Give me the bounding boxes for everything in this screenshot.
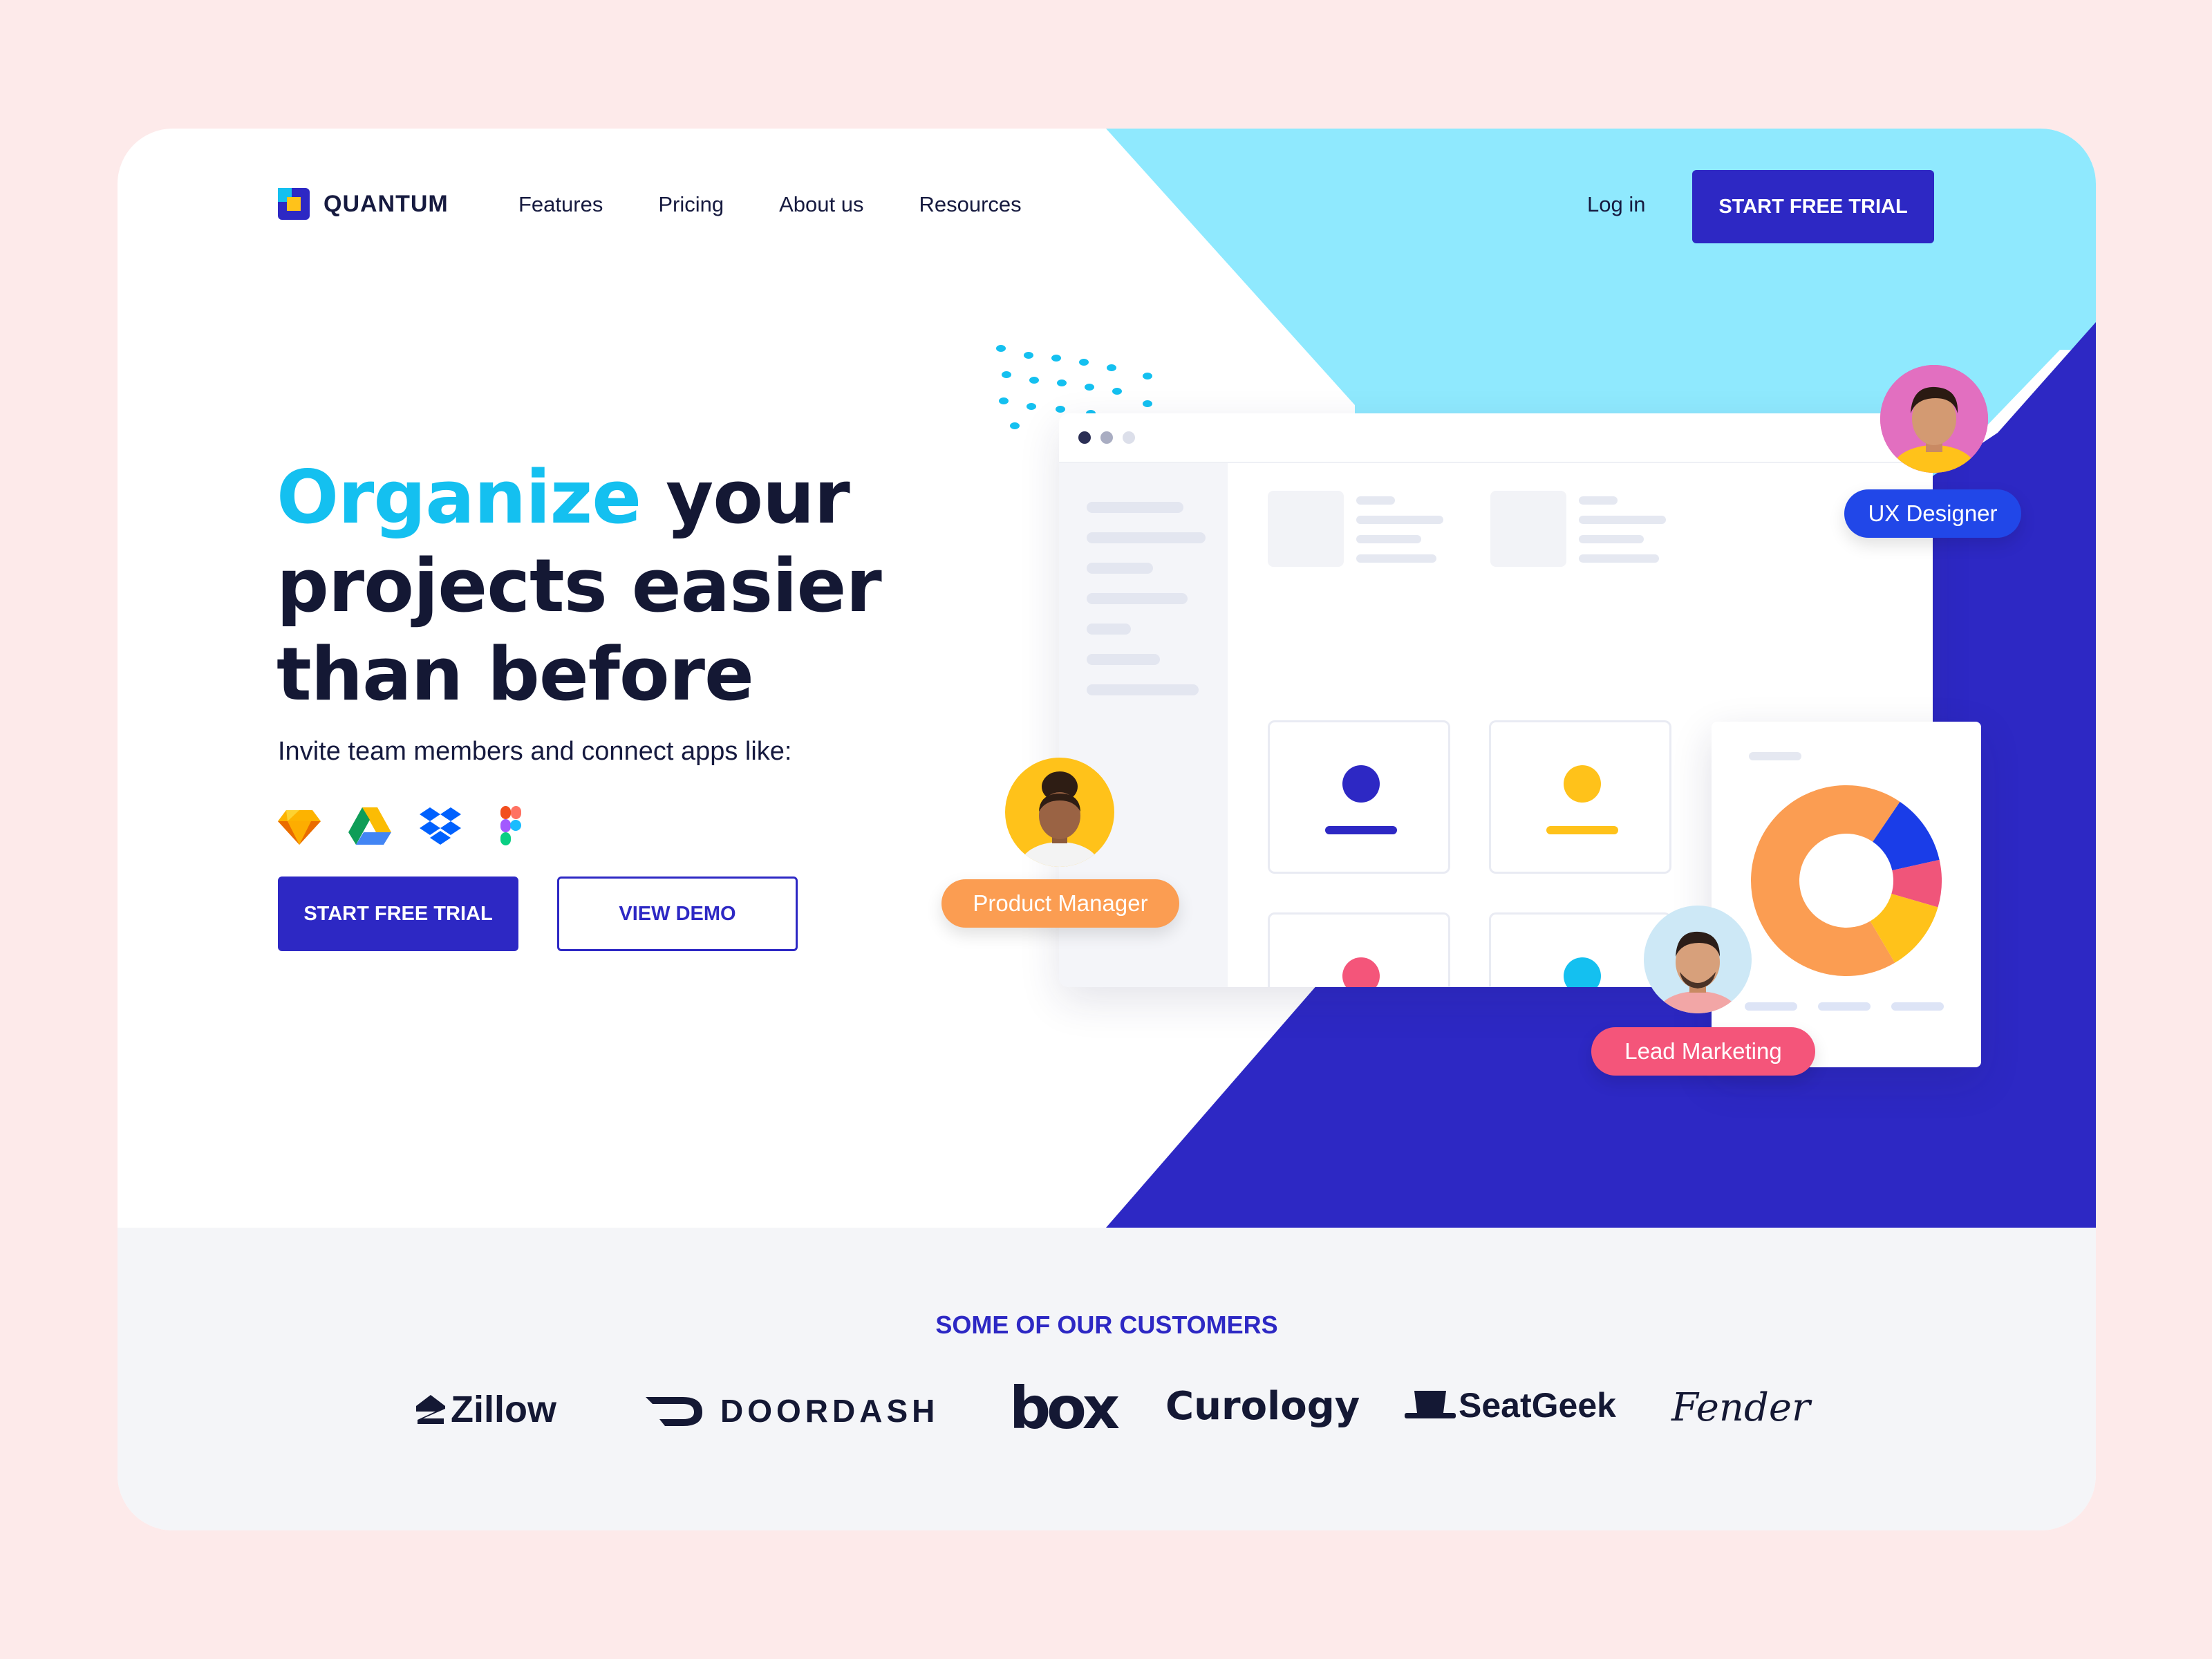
- header-start-trial-button[interactable]: START FREE TRIAL: [1692, 170, 1934, 243]
- doordash-icon: [646, 1397, 702, 1426]
- sketch-icon: [278, 805, 321, 847]
- headline-accent: Organize: [276, 455, 641, 540]
- donut-segment: [1751, 785, 1900, 976]
- text-placeholder: [1579, 516, 1666, 524]
- landing-card: QUANTUM Features Pricing About us Resour…: [118, 129, 2096, 1530]
- brand-name: QUANTUM: [324, 190, 449, 217]
- member-card: [1489, 720, 1671, 874]
- sidebar-placeholder: [1087, 624, 1131, 635]
- window-dot-icon: [1078, 431, 1091, 444]
- thumbnail-placeholder: [1490, 491, 1566, 567]
- customer-logo-seatgeek: SeatGeek: [1405, 1385, 1616, 1425]
- sidebar-placeholder: [1087, 593, 1188, 604]
- customer-logo-doordash: DOORDASH: [644, 1392, 939, 1430]
- lead-marketing-avatar: [1644, 906, 1752, 1013]
- donut-chart: [1751, 785, 1942, 976]
- text-placeholder: [1356, 496, 1395, 505]
- customer-name: box: [1009, 1374, 1120, 1442]
- window-controls: [1059, 413, 1933, 463]
- view-demo-button[interactable]: VIEW DEMO: [557, 877, 798, 951]
- headline-line3: than before: [276, 632, 754, 717]
- sidebar-placeholder: [1087, 654, 1160, 665]
- customer-name: DOORDASH: [720, 1393, 939, 1429]
- nav-pricing[interactable]: Pricing: [658, 192, 724, 217]
- nav-features[interactable]: Features: [518, 192, 603, 217]
- customer-logo-curology: Curology: [1165, 1384, 1360, 1429]
- customer-logo-zillow: Zillow: [415, 1388, 556, 1431]
- customer-logo-fender: Fender: [1671, 1385, 1810, 1430]
- legend-placeholder: [1745, 1002, 1797, 1011]
- text-placeholder: [1579, 535, 1644, 543]
- customer-name: Curology: [1165, 1384, 1360, 1429]
- hero-start-trial-button[interactable]: START FREE TRIAL: [278, 877, 518, 951]
- text-placeholder: [1579, 496, 1618, 505]
- sidebar-placeholder: [1087, 502, 1183, 513]
- figma-icon: [489, 805, 532, 847]
- legend-placeholder: [1891, 1002, 1944, 1011]
- product-manager-avatar: [1005, 758, 1114, 867]
- headline-line2: projects easier: [276, 543, 882, 628]
- quantum-logo-icon: [278, 188, 310, 220]
- window-dot-icon: [1100, 431, 1113, 444]
- ux-designer-avatar: [1880, 365, 1988, 473]
- customer-name: Zillow: [451, 1389, 556, 1430]
- google-drive-icon: [348, 805, 391, 847]
- dropbox-icon: [419, 805, 462, 847]
- product-manager-label: Product Manager: [941, 879, 1179, 928]
- customer-name: Fender: [1671, 1385, 1810, 1430]
- headline-line1: your: [641, 455, 850, 540]
- main-nav: Features Pricing About us Resources: [518, 192, 1022, 217]
- hero-headline: Organize your projects easier than befor…: [276, 453, 968, 719]
- zillow-icon: [416, 1395, 445, 1424]
- text-placeholder: [1356, 554, 1436, 563]
- member-card: [1268, 912, 1450, 987]
- sidebar-placeholder: [1087, 532, 1206, 543]
- member-card: [1268, 720, 1450, 874]
- text-placeholder: [1579, 554, 1659, 563]
- legend-placeholder: [1818, 1002, 1871, 1011]
- sidebar-placeholder: [1087, 684, 1199, 695]
- lead-marketing-label: Lead Marketing: [1591, 1027, 1815, 1076]
- nav-resources[interactable]: Resources: [919, 192, 1021, 217]
- seatgeek-icon: [1405, 1391, 1456, 1418]
- thumbnail-placeholder: [1268, 491, 1344, 567]
- customers-title: SOME OF OUR CUSTOMERS: [935, 1311, 1278, 1339]
- customer-logo-box: box: [1009, 1374, 1120, 1442]
- ux-designer-label: UX Designer: [1844, 489, 2021, 538]
- app-integrations: [278, 805, 532, 847]
- sidebar-placeholder: [1087, 563, 1153, 574]
- text-placeholder: [1356, 516, 1443, 524]
- customer-name: SeatGeek: [1459, 1386, 1616, 1425]
- login-link[interactable]: Log in: [1587, 192, 1645, 217]
- donut-chart-card: [1712, 722, 1981, 1067]
- text-placeholder: [1749, 752, 1801, 760]
- nav-about[interactable]: About us: [779, 192, 863, 217]
- hero-subtitle: Invite team members and connect apps lik…: [278, 737, 792, 766]
- window-dot-icon: [1123, 431, 1135, 444]
- text-placeholder: [1356, 535, 1421, 543]
- brand-logo[interactable]: QUANTUM: [278, 188, 449, 220]
